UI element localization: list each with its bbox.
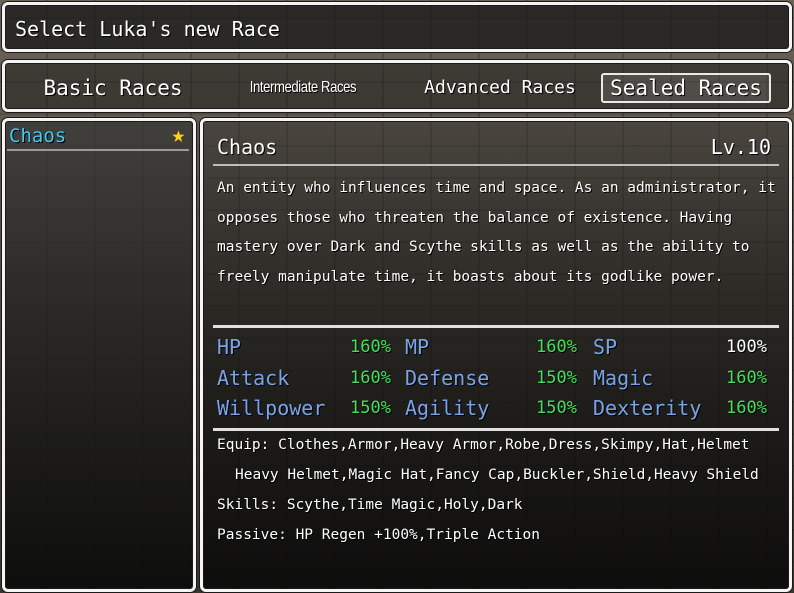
stat-mp: MP 160% <box>405 333 577 363</box>
stat-attack: Attack 160% <box>217 364 391 394</box>
passive-line: Passive: HP Regen +100%,Triple Action <box>217 527 541 543</box>
stat-table: HP 160% MP 160% SP 100% Attack 160% Defe… <box>217 333 777 425</box>
equip-line-continued: Heavy Helmet,Magic Hat,Fancy Cap,Buckler… <box>235 467 759 483</box>
stat-value: 160% <box>350 367 391 388</box>
race-description: An entity who influences time and space.… <box>217 174 783 292</box>
race-list-item-label: Chaos <box>9 125 67 147</box>
window-title: Select Luka's new Race <box>15 17 280 41</box>
stat-row: Willpower 150% Agility 150% Dexterity 16… <box>217 394 777 425</box>
stat-name: Attack <box>217 365 290 390</box>
title-window: Select Luka's new Race <box>2 2 792 52</box>
tab-sealed-races[interactable]: Sealed Races <box>601 73 771 103</box>
stat-name: Willpower <box>217 396 326 420</box>
stat-name: MP <box>405 335 430 359</box>
description-line: mastery over Dark and Scythe skills as w… <box>217 239 750 255</box>
race-name: Chaos <box>217 135 278 159</box>
tab-basic-races[interactable]: Basic Races <box>23 74 203 102</box>
stat-value: 150% <box>350 398 391 418</box>
skills-line: Skills: Scythe,Time Magic,Holy,Dark <box>217 497 523 513</box>
stat-value: 160% <box>536 337 577 357</box>
stat-name: SP <box>593 335 618 359</box>
stat-magic: Magic 160% <box>593 364 767 394</box>
stat-value: 160% <box>726 398 767 418</box>
tab-advanced-races[interactable]: Advanced Races <box>410 74 590 102</box>
stat-dexterity: Dexterity 160% <box>593 394 767 424</box>
stat-name: Magic <box>593 365 654 390</box>
star-icon: ★ <box>171 123 185 148</box>
stat-row: Attack 160% Defense 150% Magic 160% <box>217 364 777 395</box>
race-list: Chaos ★ <box>2 118 196 592</box>
name-divider <box>213 164 779 166</box>
stat-value: 160% <box>350 337 391 357</box>
race-detail-panel: Chaos Lv.10 An entity who influences tim… <box>200 118 792 592</box>
stat-name: HP <box>217 335 242 359</box>
description-line: An entity who influences time and space.… <box>217 180 776 196</box>
description-line: opposes those who threaten the balance o… <box>217 209 733 226</box>
stat-defense: Defense 150% <box>405 364 577 394</box>
stat-value: 100% <box>726 337 767 357</box>
stat-value: 150% <box>536 398 577 418</box>
stat-name: Dexterity <box>593 396 702 420</box>
race-category-tabs: Basic Races Intermediate Races Advanced … <box>2 60 792 112</box>
stat-hp: HP 160% <box>217 333 391 363</box>
stats-divider-top <box>213 325 779 328</box>
stat-willpower: Willpower 150% <box>217 394 391 424</box>
race-list-item-chaos[interactable]: Chaos ★ <box>7 123 189 151</box>
stat-row: HP 160% MP 160% SP 100% <box>217 333 777 364</box>
stat-value: 160% <box>726 367 767 388</box>
equip-line: Equip: Clothes,Armor,Heavy Armor,Robe,Dr… <box>217 437 750 453</box>
stat-name: Agility <box>405 396 490 420</box>
stat-agility: Agility 150% <box>405 394 577 424</box>
tab-intermediate-races[interactable]: Intermediate Races <box>229 74 377 102</box>
stat-sp: SP 100% <box>593 333 767 363</box>
race-level: Lv.10 <box>710 135 771 159</box>
description-line: freely manipulate time, it boasts about … <box>217 268 724 285</box>
stat-name: Defense <box>405 365 490 390</box>
stats-divider-bottom <box>213 428 779 431</box>
stat-value: 150% <box>536 367 577 388</box>
